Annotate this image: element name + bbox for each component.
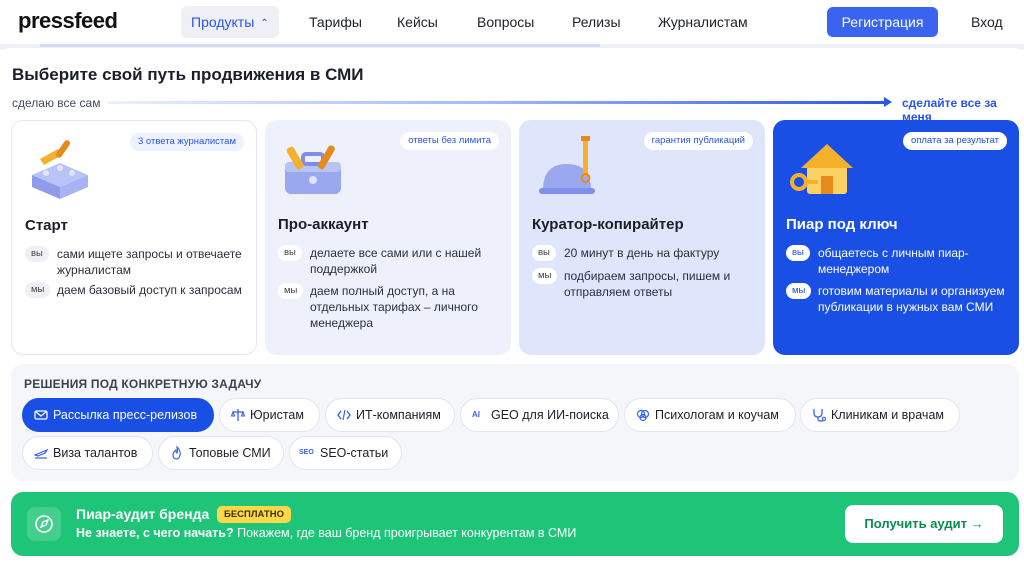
chip-press-releases[interactable]: Рассылка пресс-релизов [22, 398, 214, 432]
nav-item-faq[interactable]: Вопросы [477, 6, 534, 38]
compass-icon [27, 507, 61, 541]
products-dropdown-panel: Выберите свой путь продвижения в СМИ сде… [0, 48, 1024, 563]
who-pill: вы [532, 245, 556, 261]
plan-title: Старт [25, 217, 68, 234]
chevron-up-icon: ⌃ [260, 18, 269, 29]
plan-badge: гарантия публикаций [643, 132, 753, 150]
plan-row-you: вы общаетесь с личным пиар-менеджером [786, 245, 1007, 277]
panel-title: Выберите свой путь продвижения в СМИ [12, 65, 364, 84]
path-left-label: сделаю все сам [12, 96, 101, 110]
chip-clinics[interactable]: Клиникам и врачам [800, 398, 960, 432]
helmet-crane-icon [539, 136, 595, 194]
register-button[interactable]: Регистрация [827, 7, 938, 37]
who-pill: вы [25, 246, 49, 262]
seo-icon: SEO [299, 449, 314, 456]
plan-badge: оплата за результат [902, 132, 1007, 150]
toolbox-icon [285, 145, 341, 194]
ai-icon: AI [472, 410, 480, 419]
top-nav: pressfeed Продукты ⌃ Тарифы Кейсы Вопросы… [0, 0, 1024, 44]
plan-title: Про-аккаунт [278, 216, 369, 233]
trowel-brick-icon [32, 140, 88, 199]
plan-badge: ответы без лимита [400, 132, 499, 150]
chip-talent-visa[interactable]: Виза талантов [22, 436, 153, 470]
get-audit-button[interactable]: Получить аудит → [845, 505, 1003, 543]
code-icon [337, 409, 351, 421]
flame-icon [172, 446, 181, 460]
free-badge: БЕСПЛАТНО [217, 506, 291, 523]
nav-item-cases[interactable]: Кейсы [397, 6, 438, 38]
plan-title: Куратор-копирайтер [532, 216, 684, 233]
plan-row-we: мы подбираем запросы, пишем и отправляем… [532, 268, 753, 300]
house-key-icon [790, 144, 853, 194]
plan-row-we: мы даем базовый доступ к запросам [25, 282, 244, 298]
nav-item-journalists[interactable]: Журналистам [658, 6, 748, 38]
who-pill: вы [786, 245, 810, 261]
logo[interactable]: pressfeed [18, 8, 118, 34]
plan-card-turnkey[interactable]: оплата за результат Пиар под ключ вы общ… [773, 120, 1019, 355]
plan-card-pro[interactable]: ответы без лимита Про-аккаунт вы делаете… [265, 120, 511, 355]
nav-item-releases[interactable]: Релизы [572, 6, 621, 38]
chip-it-companies[interactable]: ИТ-компаниям [325, 398, 455, 432]
plan-row-we: мы даем полный доступ, а на отдельных та… [278, 283, 499, 331]
nav-item-products[interactable]: Продукты ⌃ [181, 6, 279, 38]
plan-row-you: вы 20 минут в день на фактуру [532, 245, 753, 261]
scales-icon [231, 409, 245, 421]
plan-row-we: мы готовим материалы и организуем публик… [786, 283, 1007, 315]
plan-badge: 3 ответа журналистам [129, 133, 244, 151]
plane-icon [34, 448, 48, 459]
path-gradient-line [108, 101, 888, 104]
audit-title: Пиар-аудит бренда [76, 506, 210, 522]
who-pill: мы [532, 268, 558, 284]
plan-card-start[interactable]: 3 ответа журналистам Старт вы сами ищете… [11, 120, 257, 355]
chip-top-media[interactable]: Топовые СМИ [158, 436, 284, 470]
nav-item-pricing[interactable]: Тарифы [309, 6, 362, 38]
plan-row-you: вы делаете все сами или с нашей поддержк… [278, 245, 499, 277]
stethoscope-icon [813, 409, 826, 422]
mail-icon [34, 410, 48, 420]
solutions-section: РЕШЕНИЯ ПОД КОНКРЕТНУЮ ЗАДАЧУ Рассылка п… [11, 364, 1019, 481]
chip-lawyers[interactable]: Юристам [219, 398, 320, 432]
arrow-right-icon: → [970, 516, 984, 531]
login-link[interactable]: Вход [971, 6, 1003, 38]
plan-card-curator[interactable]: гарантия публикаций Куратор-копирайтер в… [519, 120, 765, 355]
plan-title: Пиар под ключ [786, 216, 898, 233]
plan-row-you: вы сами ищете запросы и отвечаете журнал… [25, 246, 244, 278]
path-arrow-icon [884, 97, 892, 107]
who-pill: мы [25, 282, 51, 298]
who-pill: вы [278, 245, 302, 261]
solutions-title: РЕШЕНИЯ ПОД КОНКРЕТНУЮ ЗАДАЧУ [24, 377, 262, 391]
chip-seo-articles[interactable]: SEO SEO-статьи [289, 436, 402, 470]
audit-banner: Пиар-аудит бренда БЕСПЛАТНО Не знаете, с… [11, 492, 1019, 556]
chip-geo-ai[interactable]: AI GEO для ИИ-поиска [460, 398, 619, 432]
chip-psychologists[interactable]: Психологам и коучам [624, 398, 796, 432]
audit-subtitle: Не знаете, с чего начать? Покажем, где в… [76, 526, 577, 540]
who-pill: мы [278, 283, 304, 299]
brain-icon [636, 409, 650, 422]
who-pill: мы [786, 283, 812, 299]
